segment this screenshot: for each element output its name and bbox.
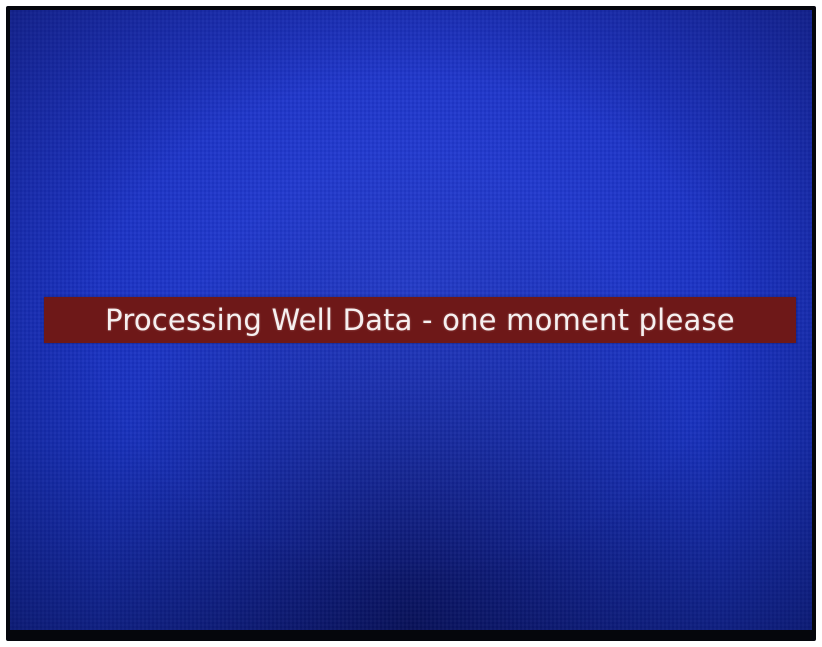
- processing-status-message: Processing Well Data - one moment please: [105, 303, 735, 337]
- display-screen: Processing Well Data - one moment please: [10, 10, 812, 630]
- processing-status-banner: Processing Well Data - one moment please: [44, 297, 796, 343]
- monitor-bezel: Processing Well Data - one moment please: [6, 6, 816, 641]
- photo-frame: Processing Well Data - one moment please: [0, 0, 822, 647]
